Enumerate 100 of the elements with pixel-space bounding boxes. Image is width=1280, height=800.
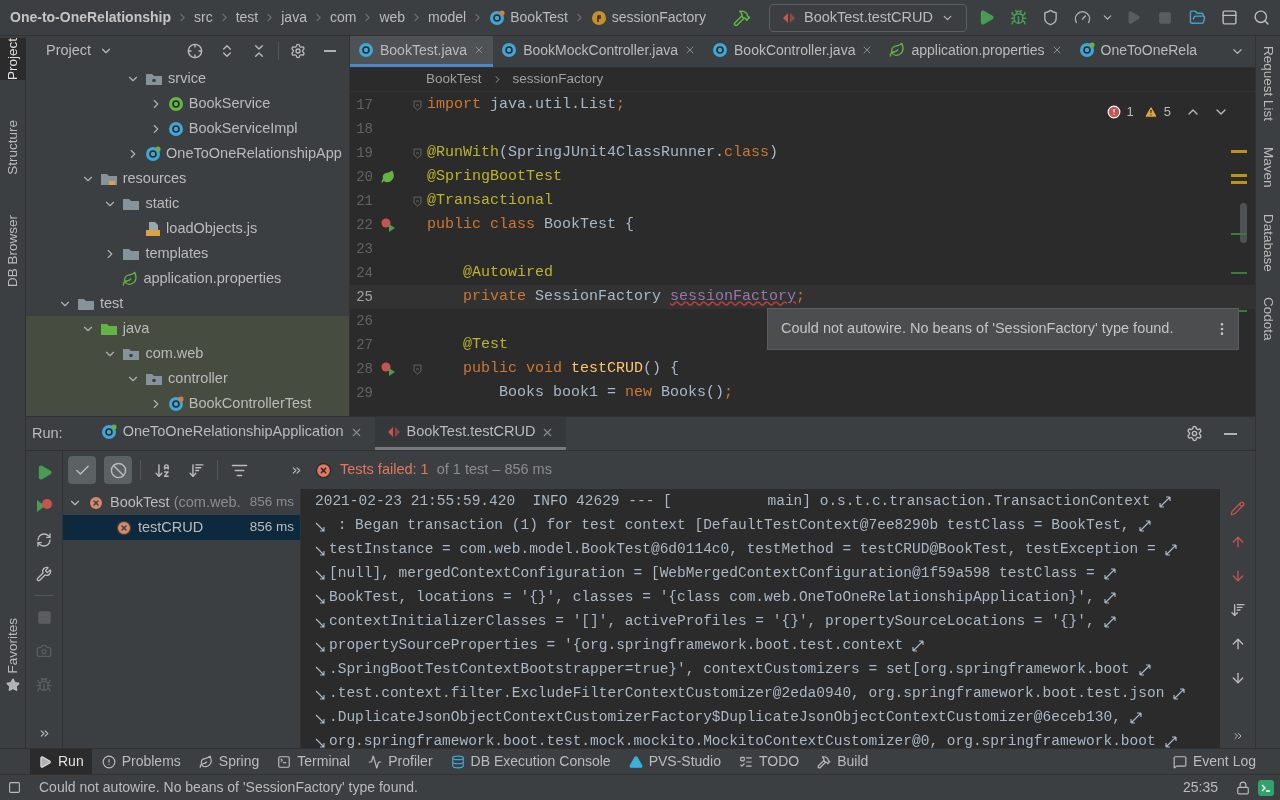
warning-count: 5 xyxy=(1163,103,1171,121)
test-item[interactable]: BookTest (com.web. 856 ms xyxy=(63,490,300,515)
error-icon[interactable] xyxy=(1106,104,1121,119)
breadcrumb-link[interactable]: web xyxy=(379,7,406,28)
warning-icon[interactable] xyxy=(1143,104,1158,119)
show-passed-toggle[interactable] xyxy=(68,456,96,484)
tool-window-tab[interactable]: Project xyxy=(0,38,26,81)
editor-tab[interactable]: OneToOneRela xyxy=(1070,36,1206,67)
class-icon xyxy=(489,9,506,26)
tree-item[interactable]: static xyxy=(26,191,349,216)
console-line: .test.context.filter.ExcludeFilterContextCustomizer@2eda0940, org.springframework.boot.test.json xyxy=(329,684,1165,704)
code-line: import java.util.List; xyxy=(426,94,626,115)
console-line: testInstance = com.web.model.BookTest@6d0114c0, testMethod = testCRUD@BookTest, testException = xyxy=(329,540,1156,560)
tool-window-button[interactable]: DB Execution Console xyxy=(442,748,619,775)
test-summary: of 1 test – 856 ms xyxy=(436,460,552,480)
console-line: 2021-02-23 21:55:59.420 INFO 42629 --- [ main] o.s.t.c.transaction.TransactionContext xyxy=(315,492,1151,512)
fold-marker-icon[interactable] xyxy=(413,195,422,207)
tree-item[interactable]: templates xyxy=(26,241,349,266)
pencil-icon xyxy=(1230,500,1245,516)
test-item[interactable]: testCRUD 856 ms xyxy=(63,515,300,540)
tree-item[interactable]: loadObjects.js xyxy=(26,216,349,241)
editor-tab[interactable]: BookController.java xyxy=(704,36,882,67)
tool-window-tab[interactable]: Maven xyxy=(1257,147,1279,188)
code-line: @Transactional xyxy=(426,190,554,211)
editor-tab[interactable]: application.properties xyxy=(881,36,1071,67)
code-line: private SessionFactory sessionFactory; xyxy=(462,286,806,307)
tool-window-tab[interactable]: DB Browser xyxy=(0,214,26,287)
caret-position[interactable]: 25:35 xyxy=(1182,777,1218,798)
refresh-icon xyxy=(36,532,52,548)
alert-icon xyxy=(101,754,116,769)
test-duration: 856 ms xyxy=(249,493,294,512)
tree-item[interactable]: test xyxy=(26,291,349,316)
fold-marker-icon[interactable] xyxy=(413,147,422,159)
tree-item[interactable]: resources xyxy=(26,166,349,191)
scrollbar-thumb[interactable] xyxy=(1240,203,1247,243)
star-icon[interactable] xyxy=(5,678,20,692)
tree-item[interactable]: OneToOneRelationshipApp xyxy=(26,141,349,166)
tree-item[interactable]: BookControllerTest xyxy=(26,391,349,416)
run-tab[interactable]: OneToOneRelationshipApplication xyxy=(88,417,375,450)
panel-toggle-icon[interactable] xyxy=(8,781,21,794)
breadcrumb-link[interactable]: com xyxy=(329,7,357,28)
lock-icon[interactable] xyxy=(1236,780,1250,795)
class-icon xyxy=(167,395,184,412)
breadcrumb-link[interactable]: src xyxy=(194,7,213,28)
search-icon xyxy=(1252,9,1270,26)
project-view-dropdown[interactable]: Project xyxy=(46,40,114,62)
console-line: [null], mergedContextConfiguration = [WebMergedContextConfiguration@1f59a598 testClass = xyxy=(329,564,1095,584)
fold-marker-icon[interactable] xyxy=(413,99,422,111)
run-configuration-dropdown[interactable]: BookTest.testCRUD xyxy=(769,3,967,32)
breadcrumb-link[interactable]: sessionFactory xyxy=(512,69,604,90)
class-icon xyxy=(145,145,162,162)
tool-window-button[interactable]: PVS-Studio xyxy=(620,748,729,775)
ban-icon xyxy=(109,461,127,479)
tree-item[interactable]: controller xyxy=(26,366,349,391)
breadcrumb-link[interactable]: BookTest xyxy=(510,7,568,28)
tool-window-tab[interactable]: Codota xyxy=(1257,297,1279,341)
class-icon xyxy=(358,42,374,58)
editor-tab[interactable]: BookTest.java xyxy=(350,36,494,67)
tree-item[interactable]: java xyxy=(26,316,349,341)
code-line: @Test xyxy=(462,334,508,355)
tree-item[interactable]: BookService xyxy=(26,91,349,116)
tool-window-tab[interactable]: Database xyxy=(1257,213,1279,272)
breadcrumb-link[interactable]: BookTest xyxy=(426,69,482,90)
breadcrumb-link[interactable]: java xyxy=(281,7,307,28)
tool-window-tab[interactable]: Favorites xyxy=(0,618,26,674)
tool-window-tab[interactable]: Request List xyxy=(1257,46,1279,122)
editor-tab[interactable]: BookMockController.java xyxy=(493,36,705,67)
interface-icon xyxy=(167,95,184,112)
fold-marker-icon[interactable] xyxy=(413,363,422,375)
test-run-icon[interactable] xyxy=(381,362,397,376)
square-icon xyxy=(36,609,52,625)
tool-window-tab[interactable]: Structure xyxy=(0,120,26,175)
tool-window-button[interactable]: Profiler xyxy=(360,748,441,775)
tree-item[interactable]: BookServiceImpl xyxy=(26,116,349,141)
console-line: contextInitializerClasses = '[]', activeProfiles = '{}', propertySourceLocations = '{}', xyxy=(329,612,1095,632)
test-run-icon[interactable] xyxy=(381,218,397,232)
crosshair-icon xyxy=(187,43,203,59)
leaf-icon[interactable] xyxy=(381,170,395,184)
soft-wrap-icon xyxy=(1102,615,1117,629)
breadcrumb-link[interactable]: test xyxy=(235,7,259,28)
tree-item[interactable]: com.web xyxy=(26,341,349,366)
leaf-icon xyxy=(122,270,139,287)
show-ignored-toggle[interactable] xyxy=(104,456,132,484)
tool-window-button[interactable]: Terminal xyxy=(269,748,359,775)
tool-window-button[interactable]: Build xyxy=(809,748,877,775)
tool-window-button[interactable]: Problems xyxy=(93,748,189,775)
tool-window-button[interactable]: TODO xyxy=(731,748,808,775)
breadcrumb-link[interactable]: One-to-OneRelationship xyxy=(10,7,171,28)
tool-window-button[interactable]: Run xyxy=(30,748,92,775)
event-log-button[interactable]: Event Log xyxy=(1164,748,1264,775)
more-icon[interactable] xyxy=(1231,730,1244,742)
tree-item[interactable]: srvice xyxy=(26,66,349,91)
breadcrumb-link[interactable]: model xyxy=(428,7,467,28)
soft-wrap-icon xyxy=(911,639,926,653)
run-tab[interactable]: BookTest.testCRUD xyxy=(374,417,567,450)
plugin-icon[interactable] xyxy=(1258,779,1274,796)
tree-item[interactable]: application.properties xyxy=(26,266,349,291)
test-duration: 856 ms xyxy=(249,518,294,537)
tool-window-button[interactable]: Spring xyxy=(190,748,268,775)
breadcrumb-link[interactable]: sessionFactory xyxy=(611,7,706,28)
